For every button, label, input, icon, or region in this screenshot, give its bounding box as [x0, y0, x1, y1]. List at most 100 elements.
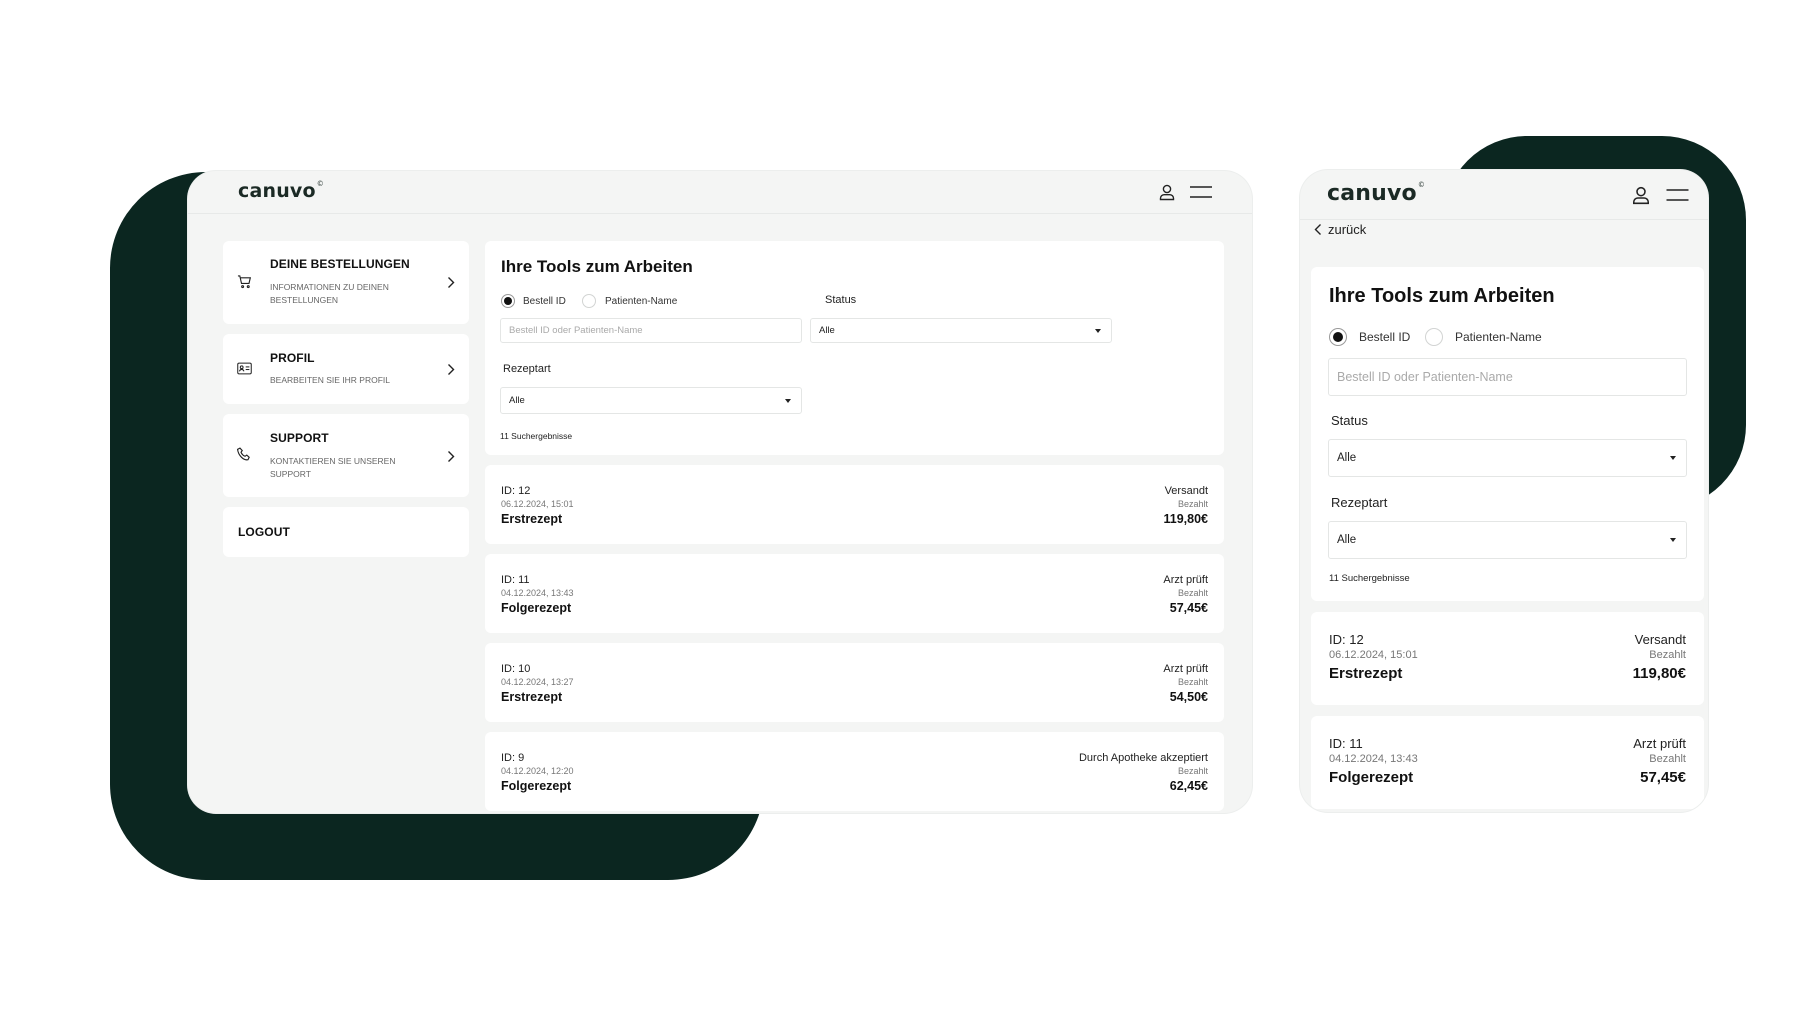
order-id: ID: 11: [1329, 736, 1363, 751]
logout-label: LOGOUT: [238, 525, 290, 539]
phone-icon: [237, 447, 250, 461]
sidebar-item-title: SUPPORT: [270, 431, 329, 445]
order-price: 54,50€: [1169, 690, 1208, 704]
order-status: Arzt prüft: [1163, 663, 1208, 675]
id-card-icon: [237, 362, 252, 375]
order-payment-status: Bezahlt: [1177, 588, 1208, 598]
back-button[interactable]: zurück: [1314, 222, 1366, 237]
sidebar-item-subtitle: KONTAKTIEREN SIE UNSEREN SUPPORT: [270, 456, 396, 479]
caret-down-icon: [785, 398, 791, 403]
order-type: Folgerezept: [501, 779, 572, 793]
status-label: Status: [825, 294, 857, 306]
order-date: 04.12.2024, 13:43: [1329, 753, 1418, 765]
results-count: 11 Suchergebnisse: [500, 431, 573, 441]
radio-order-id-label: Bestell ID: [523, 296, 566, 307]
rezeptart-select[interactable]: Alle: [500, 387, 802, 414]
rezeptart-label: Rezeptart: [503, 363, 551, 375]
sidebar-item-orders[interactable]: DEINE BESTELLUNGEN INFORMATIONEN ZU DEIN…: [223, 241, 469, 324]
status-select[interactable]: Alle: [1328, 439, 1687, 477]
order-date: 04.12.2024, 13:43: [501, 588, 574, 598]
brand-logo[interactable]: canuvo©: [238, 180, 324, 202]
order-payment-status: Bezahlt: [1177, 499, 1208, 509]
sidebar-item-subtitle: BEARBEITEN SIE IHR PROFIL: [270, 375, 390, 385]
order-price: 57,45€: [1640, 769, 1686, 786]
order-price: 57,45€: [1169, 601, 1208, 615]
menu-icon[interactable]: [1665, 188, 1690, 202]
chevron-right-icon: [448, 277, 455, 288]
desktop-header: canuvo©: [188, 171, 1252, 214]
sidebar-item-profile[interactable]: PROFIL BEARBEITEN SIE IHR PROFIL: [223, 334, 469, 404]
order-type: Folgerezept: [1329, 769, 1414, 786]
search-input[interactable]: Bestell ID oder Patienten-Name: [1328, 358, 1687, 396]
sidebar: DEINE BESTELLUNGEN INFORMATIONEN ZU DEIN…: [223, 241, 469, 567]
user-icon[interactable]: [1631, 185, 1651, 205]
radio-order-id-label: Bestell ID: [1359, 330, 1411, 344]
sidebar-item-title: PROFIL: [270, 351, 315, 365]
order-card[interactable]: ID: 11 04.12.2024, 13:43 Folgerezept Arz…: [1311, 716, 1704, 809]
sidebar-item-subtitle: INFORMATIONEN ZU DEINEN BESTELLUNGEN: [270, 282, 389, 305]
radio-order-id[interactable]: [501, 294, 515, 308]
tools-title: Ihre Tools zum Arbeiten: [1329, 285, 1555, 307]
order-type: Erstrezept: [501, 690, 563, 704]
order-id: ID: 12: [501, 485, 531, 497]
order-date: 06.12.2024, 15:01: [1329, 649, 1418, 661]
order-card[interactable]: ID: 10 04.12.2024, 13:27 Erstrezept Arzt…: [485, 643, 1224, 722]
order-payment-status: Bezahlt: [1177, 766, 1208, 776]
radio-patient-name[interactable]: [1425, 328, 1443, 346]
results-count: 11 Suchergebnisse: [1329, 573, 1410, 584]
order-status: Versandt: [1164, 485, 1208, 497]
order-price: 119,80€: [1163, 512, 1209, 526]
caret-down-icon: [1095, 328, 1101, 333]
order-id: ID: 9: [501, 752, 525, 764]
cart-icon: [237, 275, 252, 289]
rezeptart-label: Rezeptart: [1331, 495, 1388, 510]
brand-logo[interactable]: canuvo©: [1327, 181, 1425, 206]
mobile-header: canuvo©: [1300, 170, 1708, 220]
order-status: Durch Apotheke akzeptiert: [1078, 752, 1208, 764]
order-price: 62,45€: [1169, 779, 1208, 793]
back-label: zurück: [1328, 222, 1367, 237]
caret-down-icon: [1670, 456, 1676, 460]
search-tools-card: Ihre Tools zum Arbeiten .desktop .radio.…: [485, 241, 1224, 455]
order-date: 06.12.2024, 15:01: [501, 499, 574, 509]
order-card[interactable]: ID: 12 06.12.2024, 15:01 Erstrezept Vers…: [1311, 612, 1704, 705]
order-date: 04.12.2024, 13:27: [501, 677, 574, 687]
radio-patient-name-label: Patienten-Name: [1455, 330, 1542, 344]
sidebar-item-support[interactable]: SUPPORT KONTAKTIEREN SIE UNSEREN SUPPORT: [223, 414, 469, 497]
order-card[interactable]: ID: 11 04.12.2024, 13:43 Folgerezept Arz…: [485, 554, 1224, 633]
radio-patient-name[interactable]: [582, 294, 596, 308]
status-label: Status: [1331, 413, 1368, 428]
order-type: Erstrezept: [1329, 665, 1403, 682]
caret-down-icon: [1670, 538, 1676, 542]
order-payment-status: Bezahlt: [1177, 677, 1208, 687]
sidebar-item-title: DEINE BESTELLUNGEN: [270, 257, 410, 271]
chevron-right-icon: [448, 451, 455, 462]
order-price: 119,80€: [1632, 665, 1686, 682]
order-status: Arzt prüft: [1163, 574, 1208, 586]
radio-patient-name-label: Patienten-Name: [605, 296, 678, 307]
rezeptart-select[interactable]: Alle: [1328, 521, 1687, 559]
order-id: ID: 10: [501, 663, 531, 675]
desktop-app-window: canuvo© DEINE BESTELLUNGEN INFORMATIONEN…: [188, 171, 1252, 813]
order-payment-status: Bezahlt: [1649, 753, 1686, 765]
order-card[interactable]: ID: 9 04.12.2024, 12:20 Folgerezept Durc…: [485, 732, 1224, 811]
user-icon[interactable]: [1158, 183, 1176, 201]
menu-icon[interactable]: [1190, 185, 1212, 199]
chevron-left-icon: [1314, 224, 1321, 235]
order-id: ID: 11: [501, 574, 530, 586]
logout-button[interactable]: LOGOUT: [223, 507, 469, 557]
tools-title: Ihre Tools zum Arbeiten: [501, 257, 693, 276]
order-status: Arzt prüft: [1633, 736, 1686, 751]
main-panel: Ihre Tools zum Arbeiten .desktop .radio.…: [485, 241, 1224, 811]
order-id: ID: 12: [1329, 632, 1364, 647]
status-select[interactable]: Alle: [810, 318, 1112, 343]
order-card[interactable]: ID: 12 06.12.2024, 15:01 Erstrezept Vers…: [485, 465, 1224, 544]
order-payment-status: Bezahlt: [1649, 649, 1686, 661]
radio-order-id[interactable]: [1329, 328, 1347, 346]
search-input[interactable]: Bestell ID oder Patienten-Name: [500, 318, 802, 343]
search-tools-card: Ihre Tools zum Arbeiten .mobile .radio.c…: [1311, 267, 1704, 601]
chevron-right-icon: [448, 364, 455, 375]
order-type: Erstrezept: [501, 512, 563, 526]
mobile-app-window: canuvo© zurück Ihre Tools zum Arbeiten .…: [1300, 170, 1708, 812]
order-date: 04.12.2024, 12:20: [501, 766, 574, 776]
